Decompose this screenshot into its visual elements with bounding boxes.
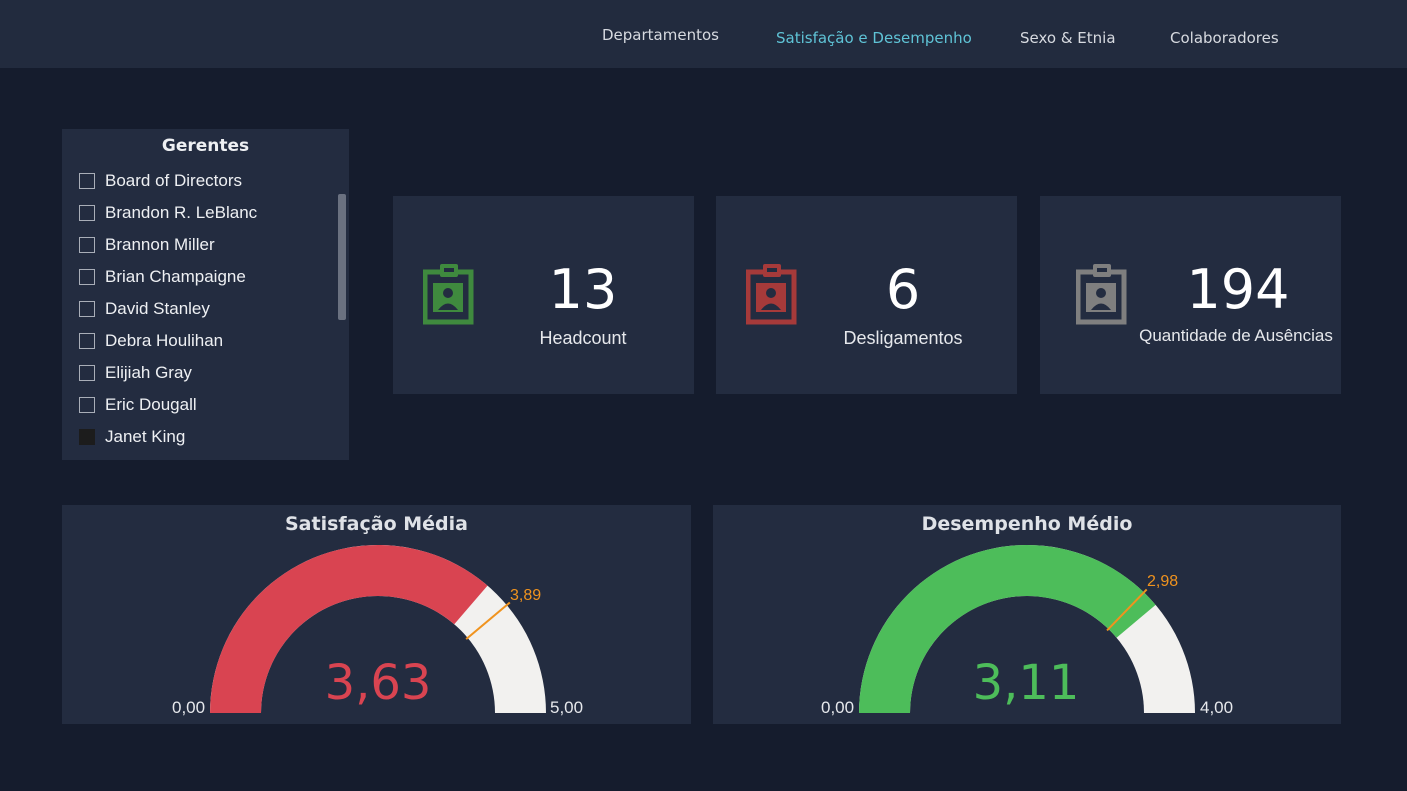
ausencias-label: Quantidade de Ausências (1139, 326, 1333, 345)
nav-tab-colaboradores[interactable]: Colaboradores (1170, 29, 1279, 47)
nav-tab-sexo-etnia[interactable]: Sexo & Etnia (1020, 29, 1116, 47)
gauge-max-label: 4,00 (1200, 698, 1234, 717)
checkbox[interactable] (79, 205, 95, 221)
slicer-item[interactable]: Brannon Miller (79, 229, 257, 261)
slicer-item-label: Brannon Miller (105, 235, 215, 254)
gauge-desempenho: Desempenho Médio 3,11 0,00 4,00 2,98 (713, 505, 1341, 724)
slicer-title: Gerentes (161, 136, 250, 156)
nav-tab-satisfacao-desempenho[interactable]: Satisfação e Desempenho (776, 29, 972, 47)
managers-slicer: Gerentes Board of Directors Brandon R. L… (62, 129, 349, 460)
slicer-item-label: Eric Dougall (105, 395, 197, 414)
slicer-item[interactable]: Debra Houlihan (79, 325, 257, 357)
desligamentos-label: Desligamentos (843, 328, 963, 348)
checkbox[interactable] (79, 397, 95, 413)
slicer-item-label: Brandon R. LeBlanc (105, 203, 258, 222)
badge-icon (1076, 264, 1127, 325)
slicer-item[interactable]: Brian Champaigne (79, 261, 257, 293)
slicer-item[interactable] (79, 453, 257, 460)
slicer-item-label: Janet King (105, 427, 186, 446)
top-navigation-bar: Departamentos Satisfação e Desempenho Se… (0, 0, 1407, 68)
slicer-list: Board of Directors Brandon R. LeBlanc Br… (79, 165, 257, 460)
gauge-max-label: 5,00 (550, 698, 584, 717)
slicer-item-label: Elijiah Gray (105, 363, 192, 382)
gauge-target-label: 3,89 (510, 587, 542, 604)
slicer-item-label: David Stanley (105, 299, 210, 318)
slicer-item-label: Brian Champaigne (105, 267, 246, 286)
headcount-label: Headcount (539, 328, 627, 348)
gauge-satisfacao: Satisfação Média 3,63 0,00 5,00 3,89 (62, 505, 691, 724)
headcount-value: 13 (548, 258, 618, 321)
checkbox[interactable] (79, 173, 95, 189)
gauge-value: 3,11 (972, 655, 1080, 711)
slicer-item[interactable]: Eric Dougall (79, 389, 257, 421)
checkbox[interactable] (79, 429, 95, 445)
slicer-scrollbar[interactable] (338, 194, 346, 320)
checkbox[interactable] (79, 333, 95, 349)
gauge-target-label: 2,98 (1147, 573, 1179, 590)
checkbox[interactable] (79, 365, 95, 381)
slicer-item[interactable]: Janet King (79, 421, 257, 453)
badge-icon (746, 264, 797, 325)
gauge-min-label: 0,00 (821, 698, 855, 717)
slicer-item[interactable]: David Stanley (79, 293, 257, 325)
nav-tab-departamentos[interactable]: Departamentos (602, 26, 719, 44)
checkbox[interactable] (79, 269, 95, 285)
ausencias-value: 194 (1186, 258, 1290, 321)
badge-icon (423, 264, 474, 325)
kpi-card-ausencias: 194 Quantidade de Ausências (1040, 196, 1341, 394)
slicer-item-label: Debra Houlihan (105, 331, 224, 350)
gauge-value: 3,63 (324, 655, 432, 711)
slicer-item[interactable]: Board of Directors (79, 165, 257, 197)
checkbox[interactable] (79, 237, 95, 253)
kpi-card-desligamentos: 6 Desligamentos (716, 196, 1017, 394)
kpi-card-headcount: 13 Headcount (393, 196, 694, 394)
desligamentos-value: 6 (885, 258, 921, 321)
slicer-item[interactable]: Elijiah Gray (79, 357, 257, 389)
slicer-item-label: Board of Directors (105, 171, 242, 190)
gauge-min-label: 0,00 (172, 698, 206, 717)
slicer-item[interactable]: Brandon R. LeBlanc (79, 197, 257, 229)
checkbox[interactable] (79, 301, 95, 317)
